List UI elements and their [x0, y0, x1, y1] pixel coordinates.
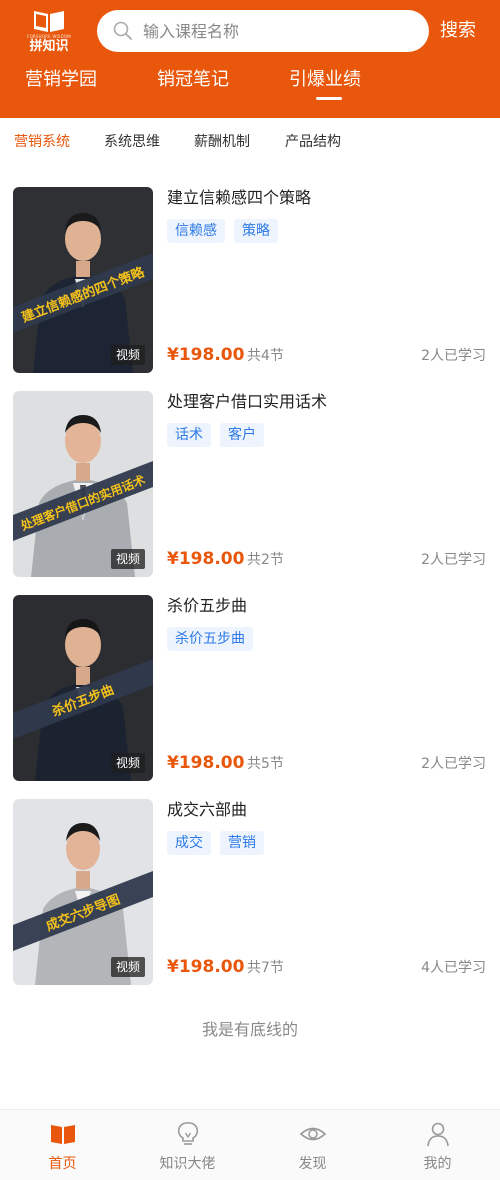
- course-item[interactable]: 建立信赖感的四个策略 视频 建立信赖感四个策略 信赖感 策略 ¥198.00 共4…: [0, 187, 500, 373]
- video-badge: 视频: [110, 345, 145, 365]
- nav-label: 我的: [423, 1156, 452, 1172]
- course-tags: 杀价五步曲: [167, 627, 262, 651]
- lesson-count: 共4节: [247, 348, 284, 364]
- learner-count: 2人已学习: [421, 756, 486, 772]
- course-thumbnail[interactable]: 成交六步导图 视频: [13, 799, 153, 985]
- nav-profile[interactable]: 我的: [375, 1110, 500, 1180]
- user-icon: [427, 1122, 449, 1147]
- brand-logo[interactable]: FORSHORE WISDOM 拼知识: [22, 8, 76, 56]
- course-title[interactable]: 成交六部曲: [167, 799, 247, 821]
- logo-book-icon: [34, 11, 64, 32]
- learner-count: 2人已学习: [421, 552, 486, 568]
- tab-label: 营销学园: [25, 69, 97, 90]
- eye-icon: [299, 1127, 327, 1141]
- video-badge: 视频: [110, 957, 145, 977]
- course-tag[interactable]: 客户: [220, 423, 264, 447]
- course-tag[interactable]: 杀价五步曲: [167, 627, 253, 651]
- course-item[interactable]: 处理客户借口的实用话术 视频 处理客户借口实用话术 话术 客户 ¥198.00 共…: [0, 391, 500, 577]
- course-thumbnail[interactable]: 建立信赖感的四个策略 视频: [13, 187, 153, 373]
- course-thumbnail[interactable]: 处理客户借口的实用话术 视频: [13, 391, 153, 577]
- logo-name: 拼知识: [29, 39, 69, 54]
- nav-discover[interactable]: 发现: [250, 1110, 375, 1180]
- video-badge: 视频: [110, 753, 145, 773]
- course-tag[interactable]: 信赖感: [167, 219, 225, 243]
- search-input[interactable]: [143, 16, 413, 46]
- course-tags: 话术 客户: [167, 423, 273, 447]
- course-price: ¥198.00: [167, 549, 245, 569]
- learner-count: 2人已学习: [421, 348, 486, 364]
- book-icon: [51, 1125, 75, 1144]
- lesson-count: 共7节: [247, 960, 284, 976]
- video-badge: 视频: [110, 549, 145, 569]
- category-tab-product-structure[interactable]: 产品结构: [285, 130, 341, 154]
- course-title[interactable]: 处理客户借口实用话术: [167, 391, 327, 413]
- category-tab-marketing-system[interactable]: 营销系统: [14, 130, 70, 154]
- category-tab-salary-mechanism[interactable]: 薪酬机制: [194, 130, 250, 154]
- course-price: ¥198.00: [167, 345, 245, 365]
- lesson-count: 共2节: [247, 552, 284, 568]
- active-tab-indicator: [316, 97, 342, 100]
- course-price: ¥198.00: [167, 753, 245, 773]
- course-title[interactable]: 杀价五步曲: [167, 595, 247, 617]
- lightbulb-icon: [177, 1122, 199, 1145]
- bottom-nav: 首页 知识大佬 发现 我的: [0, 1109, 500, 1180]
- course-price: ¥198.00: [167, 957, 245, 977]
- end-of-list-text: 我是有底线的: [201, 1020, 298, 1039]
- tab-label: 引爆业绩: [289, 69, 361, 90]
- app-header: FORSHORE WISDOM 拼知识 搜索 营销学园 销冠笔记 引爆业绩: [0, 0, 500, 118]
- course-title[interactable]: 建立信赖感四个策略: [167, 187, 311, 209]
- tab-boost-performance[interactable]: 引爆业绩: [289, 66, 361, 100]
- course-tags: 成交 营销: [167, 831, 273, 855]
- course-item[interactable]: 杀价五步曲 视频 杀价五步曲 杀价五步曲 ¥198.00 共5节 2人已学习: [0, 595, 500, 781]
- learner-count: 4人已学习: [421, 960, 486, 976]
- search-bar[interactable]: [97, 10, 429, 52]
- category-tab-system-thinking[interactable]: 系统思维: [104, 130, 160, 154]
- search-button[interactable]: 搜索: [440, 16, 476, 42]
- lesson-count: 共5节: [247, 756, 284, 772]
- tab-label: 销冠笔记: [157, 69, 229, 90]
- nav-label: 知识大佬: [159, 1156, 216, 1172]
- course-tag[interactable]: 策略: [234, 219, 278, 243]
- course-tag[interactable]: 话术: [167, 423, 211, 447]
- nav-label: 首页: [48, 1156, 77, 1172]
- nav-knowledge-experts[interactable]: 知识大佬: [125, 1110, 250, 1180]
- course-tag[interactable]: 成交: [167, 831, 211, 855]
- nav-home[interactable]: 首页: [0, 1110, 125, 1180]
- tab-marketing-academy[interactable]: 营销学园: [25, 66, 97, 94]
- tab-sales-notes[interactable]: 销冠笔记: [157, 66, 229, 94]
- nav-label: 发现: [298, 1156, 327, 1172]
- course-tag[interactable]: 营销: [220, 831, 264, 855]
- top-tabs: 营销学园 销冠笔记 引爆业绩: [0, 66, 500, 106]
- course-thumbnail[interactable]: 杀价五步曲 视频: [13, 595, 153, 781]
- course-tags: 信赖感 策略: [167, 219, 287, 243]
- search-icon: [113, 21, 132, 40]
- category-tabs: 营销系统 系统思维 薪酬机制 产品结构: [0, 130, 500, 156]
- course-item[interactable]: 成交六步导图 视频 成交六部曲 成交 营销 ¥198.00 共7节 4人已学习: [0, 799, 500, 985]
